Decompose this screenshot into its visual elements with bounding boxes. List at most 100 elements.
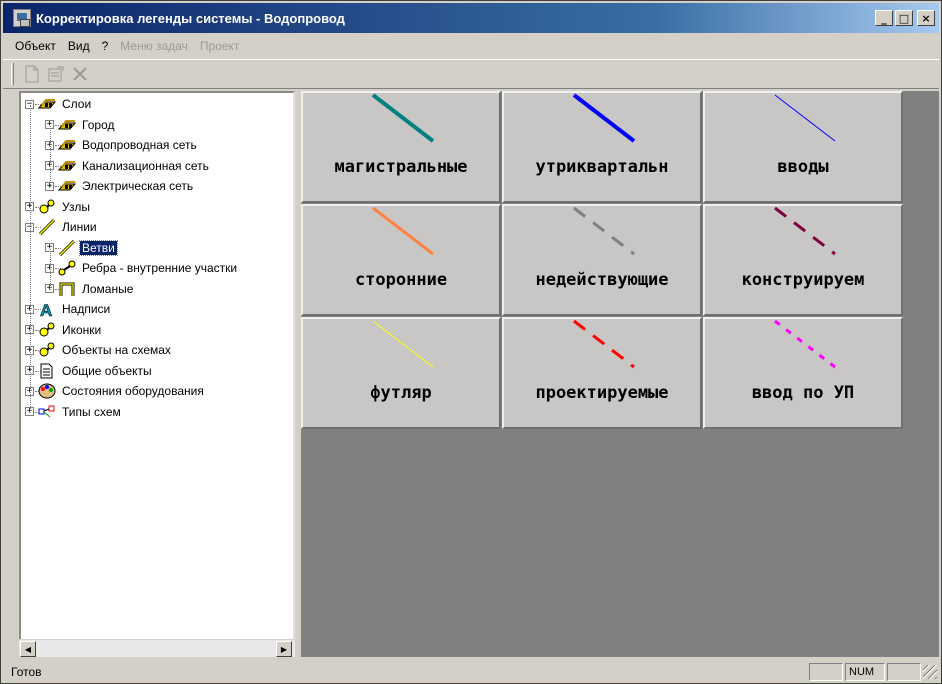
tree-item[interactable]: − Слои bbox=[25, 94, 93, 114]
legend-cell[interactable]: вводы bbox=[703, 91, 903, 203]
tree-item-label[interactable]: Линии bbox=[60, 220, 99, 234]
tree-item-label[interactable]: Канализационная сеть bbox=[80, 159, 211, 173]
legend-line-sample bbox=[372, 320, 434, 368]
legend-label: недействующие bbox=[535, 270, 669, 290]
legend-line-sample bbox=[372, 206, 434, 256]
document-icon bbox=[38, 363, 56, 379]
status-bar: Готов NUM bbox=[3, 661, 939, 683]
layers-icon bbox=[57, 158, 77, 174]
scroll-right-button[interactable]: ▶ bbox=[276, 641, 292, 657]
legend-line-sample bbox=[774, 94, 836, 142]
tree-item-label[interactable]: Город bbox=[80, 118, 116, 132]
tree-item[interactable]: + Иконки bbox=[25, 320, 103, 340]
legend-label: сторонние bbox=[354, 270, 448, 290]
legend-tree[interactable]: − Слои + Город + Водопроводная сеть + Канализац… bbox=[19, 91, 295, 657]
tree-item[interactable]: + A Надписи bbox=[25, 299, 112, 321]
tree-item[interactable]: + Узлы bbox=[25, 197, 92, 217]
tree-item-label[interactable]: Электрическая сеть bbox=[80, 179, 195, 193]
tree-item[interactable]: + Объекты на схемах bbox=[25, 340, 173, 360]
node-icon bbox=[38, 342, 56, 358]
tree-item[interactable]: + Электрическая сеть bbox=[45, 176, 195, 196]
legend-line-sample bbox=[573, 319, 635, 369]
toolbar bbox=[3, 59, 939, 89]
tree-item-label[interactable]: Иконки bbox=[60, 323, 103, 337]
menu-item-4[interactable]: Проект bbox=[194, 39, 246, 53]
legend-label: ввод по УП bbox=[751, 383, 855, 403]
tree-item-label[interactable]: Надписи bbox=[60, 302, 112, 316]
window-controls: _ □ × bbox=[875, 10, 935, 26]
layers-icon bbox=[57, 178, 77, 194]
tree-item-label[interactable]: Объекты на схемах bbox=[60, 343, 173, 357]
legend-cell[interactable]: конструируем bbox=[703, 204, 903, 316]
legend-line bbox=[774, 206, 836, 256]
properties-button[interactable] bbox=[44, 63, 68, 85]
legend-line-sample bbox=[774, 206, 836, 256]
legend-cell[interactable]: футляр bbox=[301, 317, 501, 429]
tree-item[interactable]: + Ребра - внутренние участки bbox=[45, 258, 239, 278]
menu-item-0[interactable]: Объект bbox=[9, 39, 62, 53]
status-text: Готов bbox=[11, 665, 42, 679]
legend-line bbox=[774, 94, 836, 142]
tree-item[interactable]: + Город bbox=[45, 115, 116, 135]
num-lock-indicator: NUM bbox=[845, 663, 885, 681]
tree-item-label[interactable]: Состояния оборудования bbox=[60, 384, 206, 398]
tree-item-label[interactable]: Водопроводная сеть bbox=[80, 138, 199, 152]
minimize-button[interactable]: _ bbox=[875, 10, 893, 26]
legend-line-sample bbox=[573, 206, 635, 256]
toolbar-grip[interactable] bbox=[11, 63, 14, 85]
tree-item-label[interactable]: Узлы bbox=[60, 200, 92, 214]
line-icon bbox=[58, 239, 76, 256]
polyline-icon bbox=[58, 281, 76, 297]
text-icon: A bbox=[38, 301, 56, 321]
app-icon bbox=[13, 9, 31, 27]
scroll-left-button[interactable]: ◀ bbox=[20, 641, 36, 657]
menu-item-3[interactable]: Меню задач bbox=[114, 39, 194, 53]
legend-cell[interactable]: сторонние bbox=[301, 204, 501, 316]
new-document-button[interactable] bbox=[20, 63, 44, 85]
legend-cell[interactable]: ввод по УП bbox=[703, 317, 903, 429]
legend-line bbox=[573, 206, 635, 256]
legend-line bbox=[371, 93, 435, 143]
tree-item[interactable]: + Канализационная сеть bbox=[45, 156, 211, 176]
legend-label: магистральные bbox=[334, 157, 468, 177]
title-bar[interactable]: Корректировка легенды системы - Водопров… bbox=[3, 3, 939, 33]
legend-cell[interactable]: проектируемые bbox=[502, 317, 702, 429]
legend-cell[interactable]: утриквартальн bbox=[502, 91, 702, 203]
tree-horizontal-scrollbar[interactable]: ◀ ▶ bbox=[19, 639, 295, 657]
tree-item-label[interactable]: Ребра - внутренние участки bbox=[80, 261, 239, 275]
legend-cell[interactable]: магистральные bbox=[301, 91, 501, 203]
legend-cell[interactable]: недействующие bbox=[502, 204, 702, 316]
tree-item-label[interactable]: Ломаные bbox=[80, 282, 135, 296]
tree-item-label[interactable]: Слои bbox=[60, 97, 93, 111]
legend-label: утриквартальн bbox=[535, 157, 669, 177]
legend-label: футляр bbox=[370, 383, 432, 403]
tree-item[interactable]: − Линии bbox=[25, 217, 99, 237]
tree-item-label[interactable]: Типы схем bbox=[60, 405, 123, 419]
menu-item-2[interactable]: ? bbox=[96, 39, 115, 53]
tree-item[interactable]: + Типы схем bbox=[25, 402, 123, 422]
tree-item[interactable]: + Состояния оборудования bbox=[25, 381, 206, 401]
tree-item-label[interactable]: Ветви bbox=[79, 239, 118, 256]
close-button[interactable]: × bbox=[917, 10, 935, 26]
legend-line-sample bbox=[774, 319, 836, 369]
node-icon bbox=[38, 322, 56, 338]
tree-item-label[interactable]: Общие объекты bbox=[60, 364, 154, 378]
legend-label: конструируем bbox=[741, 270, 865, 290]
delete-icon bbox=[73, 67, 87, 81]
maximize-button[interactable]: □ bbox=[895, 10, 913, 26]
line-icon bbox=[38, 218, 56, 236]
tree-item[interactable]: + Ломаные bbox=[45, 279, 135, 299]
legend-line-sample bbox=[371, 93, 435, 143]
delete-button[interactable] bbox=[68, 63, 92, 85]
edge-icon bbox=[58, 260, 76, 276]
legend-line bbox=[372, 320, 434, 368]
resize-grip[interactable] bbox=[923, 665, 937, 679]
tree-item[interactable]: + Общие объекты bbox=[25, 361, 154, 381]
status-panel-empty-2 bbox=[887, 663, 921, 681]
legend-line bbox=[573, 319, 635, 369]
menu-item-1[interactable]: Вид bbox=[62, 39, 96, 53]
legend-label: проектируемые bbox=[535, 383, 669, 403]
menu-bar: Объект Вид? Меню задач Проект bbox=[3, 35, 939, 57]
tree-item[interactable]: + Ветви bbox=[45, 238, 118, 258]
tree-item[interactable]: + Водопроводная сеть bbox=[45, 135, 199, 155]
